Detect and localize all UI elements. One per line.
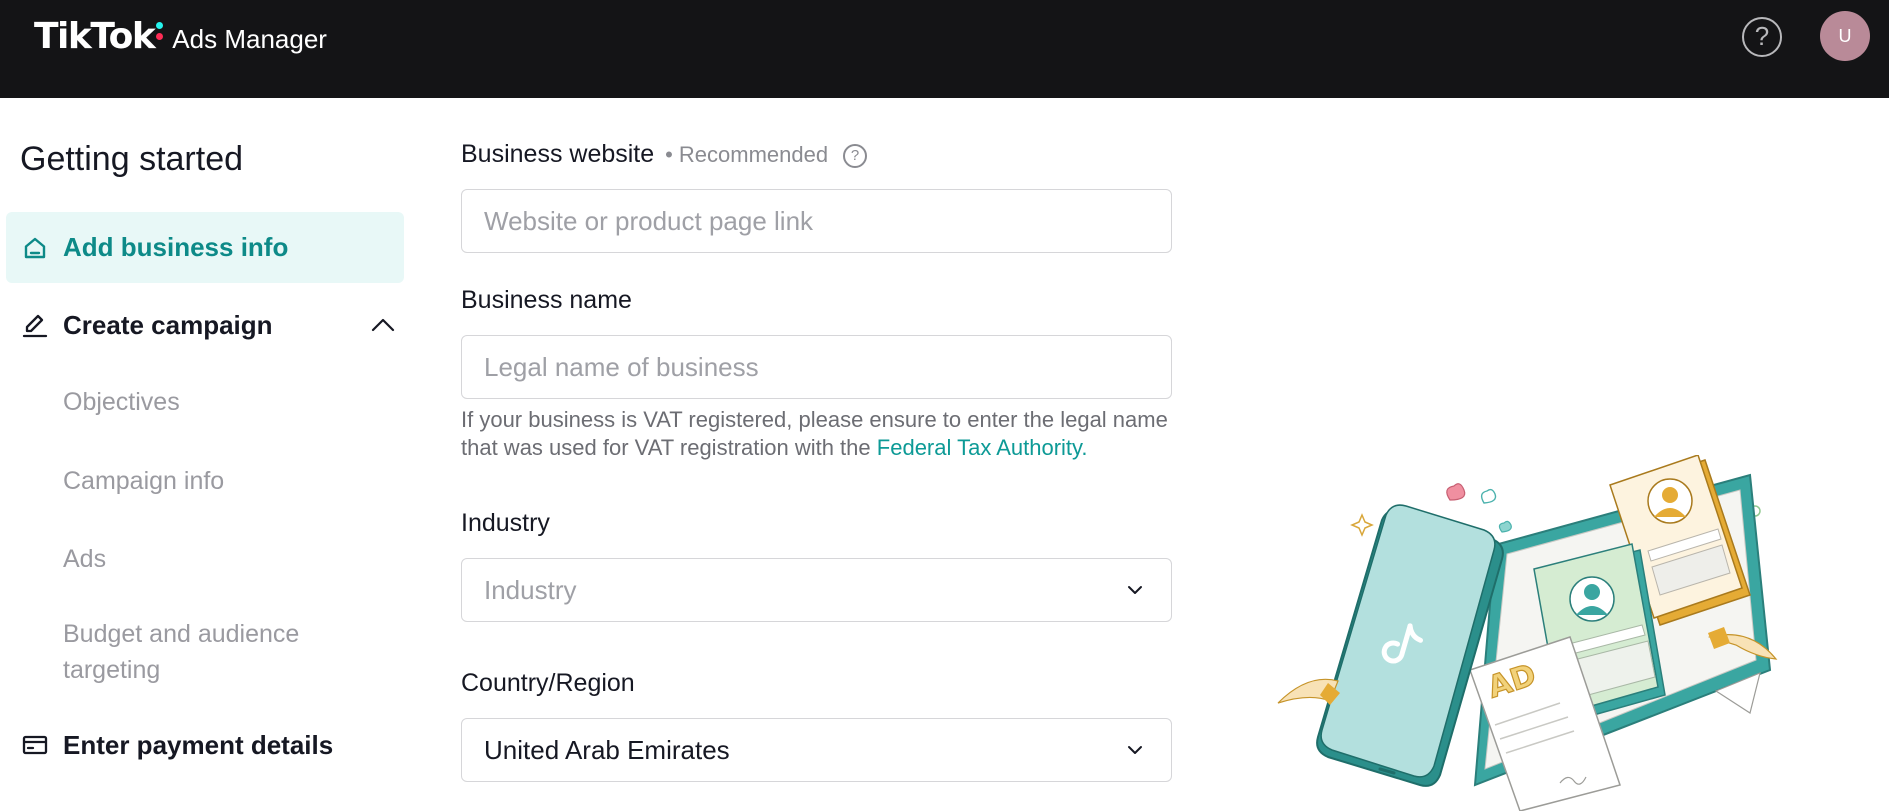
chevron-up-icon[interactable]: [371, 318, 395, 332]
phone-device: [1316, 504, 1504, 787]
industry-select-value: Industry: [484, 575, 577, 605]
question-circle-icon[interactable]: ?: [1742, 17, 1782, 57]
federal-tax-authority-link[interactable]: Federal Tax Authority.: [877, 435, 1088, 460]
tiktok-logo: TikTok: [34, 16, 156, 57]
sidebar-subitem-campaign-info[interactable]: Campaign info: [63, 463, 224, 499]
chevron-down-icon: [1128, 746, 1142, 754]
sidebar-item-add-business-info[interactable]: Add business info: [6, 212, 404, 283]
top-bar: TikTok Ads Manager ? U: [0, 0, 1889, 98]
heart-small-icon: [1498, 520, 1512, 533]
onboarding-illustration: AD: [1277, 455, 1778, 811]
business-website-input[interactable]: [461, 189, 1172, 253]
sidebar-item-create-campaign[interactable]: Create campaign: [21, 300, 401, 350]
country-region-select-value: United Arab Emirates: [484, 735, 730, 765]
help-tooltip-icon[interactable]: ?: [843, 144, 868, 168]
avatar[interactable]: U: [1820, 11, 1870, 61]
sparkle-icon: [1350, 513, 1374, 537]
product-name: Ads Manager: [172, 24, 327, 54]
industry-select[interactable]: Industry: [461, 558, 1172, 622]
credit-card-icon: [22, 735, 48, 755]
sidebar-item-label: Add business info: [63, 232, 289, 262]
country-region-label: Country/Region: [461, 669, 635, 697]
sidebar-item-label: Create campaign: [63, 309, 273, 340]
chevron-down-icon: [1128, 586, 1142, 594]
country-region-select[interactable]: United Arab Emirates: [461, 718, 1172, 782]
field-label-text: Business website: [461, 140, 655, 168]
business-name-input[interactable]: [461, 335, 1172, 399]
heart-outline-icon: [1480, 488, 1497, 504]
sidebar-subitem-ads[interactable]: Ads: [63, 541, 106, 577]
business-name-label: Business name: [461, 286, 632, 314]
recommended-tag: • Recommended: [665, 142, 829, 167]
sidebar-item-label: Enter payment details: [63, 729, 334, 760]
vat-help-text: If your business is VAT registered, plea…: [461, 406, 1181, 462]
heart-icon: [1446, 483, 1466, 501]
sidebar-subitem-objectives[interactable]: Objectives: [63, 384, 180, 420]
logo-dot: [156, 33, 164, 40]
sidebar-item-enter-payment-details[interactable]: Enter payment details: [21, 720, 401, 770]
business-website-label: Business website • Recommended ?: [461, 140, 868, 169]
sidebar-subitem-budget-targeting[interactable]: Budget and audience targeting: [63, 616, 363, 688]
brand[interactable]: TikTok Ads Manager: [34, 16, 327, 57]
industry-label: Industry: [461, 509, 550, 537]
home-icon: [24, 237, 46, 258]
sidebar-title: Getting started: [20, 140, 244, 178]
pencil-icon: [22, 314, 48, 338]
